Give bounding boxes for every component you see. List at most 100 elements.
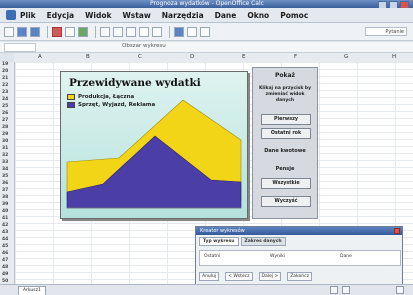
spellcheck-icon[interactable]	[78, 26, 88, 37]
row-header[interactable]: 46	[2, 251, 8, 256]
row-header[interactable]: 49	[2, 272, 8, 277]
embedded-chart[interactable]: Przewidywane wydatki Produkcja, Łączna S…	[60, 71, 248, 219]
chart-title: Przewidywane wydatki	[69, 77, 201, 89]
row-header[interactable]: 48	[2, 265, 8, 270]
row-header[interactable]: 36	[2, 181, 8, 186]
first-year-button[interactable]: Pierwszy	[261, 114, 311, 125]
row-header[interactable]: 29	[2, 132, 8, 137]
scroll-right-icon[interactable]	[342, 286, 350, 294]
all-button[interactable]: Wszystkie	[261, 178, 311, 189]
window-title: Prognoza wydatków - OpenOffice Calc	[150, 0, 264, 7]
menu-file[interactable]: Plik	[20, 11, 36, 20]
back-button[interactable]: < Wstecz	[225, 271, 253, 281]
row-header[interactable]: 39	[2, 202, 8, 207]
print-icon[interactable]	[65, 26, 75, 37]
row-header[interactable]: 42	[2, 223, 8, 228]
redo-icon[interactable]	[152, 26, 162, 37]
chart-icon[interactable]	[174, 26, 184, 37]
formula-bar: Obszar wykresu	[0, 42, 413, 53]
menu-data[interactable]: Dane	[215, 11, 237, 20]
paste-icon[interactable]	[126, 26, 136, 37]
row-header[interactable]: 21	[2, 76, 8, 81]
row-header[interactable]: 41	[2, 216, 8, 221]
pdf-export-icon[interactable]	[52, 26, 62, 37]
row-header[interactable]: 40	[2, 209, 8, 214]
row-header[interactable]: 45	[2, 244, 8, 249]
menu-tools[interactable]: Narzędzia	[162, 11, 204, 20]
row-header[interactable]: 30	[2, 139, 8, 144]
section-label: Pensje	[275, 166, 295, 172]
scroll-left-icon[interactable]	[330, 286, 338, 294]
panel-title: Pokaż	[274, 72, 296, 79]
row-header[interactable]: 44	[2, 237, 8, 242]
new-document-icon[interactable]	[4, 26, 14, 37]
row-header[interactable]: 33	[2, 160, 8, 165]
zoom-icon[interactable]	[200, 26, 210, 37]
row-header[interactable]: 37	[2, 188, 8, 193]
row-header[interactable]: 27	[2, 118, 8, 123]
panel-description: Klikaj na przycisk by zmieniać widok dan…	[258, 86, 312, 103]
sort-icon[interactable]	[187, 26, 197, 37]
dialog-title-bar: Kreator wykresów	[196, 227, 402, 235]
clear-button[interactable]: Wyczyść	[261, 196, 311, 207]
legend-entry: Produkcja, Łączna	[67, 93, 155, 101]
row-header[interactable]: 31	[2, 146, 8, 151]
legend-label: Sprzęt, Wyjazd, Reklama	[78, 102, 156, 108]
finish-button[interactable]: Zakończ	[287, 271, 312, 281]
next-button[interactable]: Dalej >	[258, 271, 282, 281]
toolbar-divider	[47, 25, 48, 38]
open-folder-icon[interactable]	[17, 26, 27, 37]
toolbar-divider	[169, 25, 170, 38]
column-header[interactable]: G	[344, 53, 348, 62]
menu-insert[interactable]: Wstaw	[122, 11, 150, 20]
dialog-tabs: Typ wykresu Zakres danych	[199, 237, 286, 246]
row-header[interactable]: 25	[2, 104, 8, 109]
selection-label: Obszar wykresu	[122, 43, 166, 49]
last-year-button[interactable]: Ostatni rok	[261, 128, 311, 139]
row-header[interactable]: 35	[2, 174, 8, 179]
row-header[interactable]: 34	[2, 167, 8, 172]
save-icon[interactable]	[30, 26, 40, 37]
row-header[interactable]: 20	[2, 69, 8, 74]
menu-view[interactable]: Widok	[85, 11, 111, 20]
row-headers: 19 20 21 22 23 24 25 26 27 28 29 30 31 32 33 34 35 36 37 38…	[0, 62, 15, 284]
column-header[interactable]: C	[138, 53, 142, 62]
column-header[interactable]: B	[86, 53, 90, 62]
row-header[interactable]: 22	[2, 83, 8, 88]
row-header[interactable]: 38	[2, 195, 8, 200]
column-header[interactable]: D	[190, 53, 194, 62]
column-header[interactable]: H	[392, 53, 396, 62]
help-search-input[interactable]: Pytanie	[365, 27, 407, 36]
row-header[interactable]: 24	[2, 97, 8, 102]
row-header[interactable]: 28	[2, 125, 8, 130]
name-box[interactable]	[4, 43, 36, 52]
cut-icon[interactable]	[100, 26, 110, 37]
zoom-slider-icon[interactable]	[396, 286, 404, 294]
row-header[interactable]: 47	[2, 258, 8, 263]
row-header[interactable]: 32	[2, 153, 8, 158]
tab-chart-type[interactable]: Typ wykresu	[199, 237, 239, 246]
tab-data-range[interactable]: Zakres danych	[240, 237, 286, 246]
menu-help[interactable]: Pomoc	[280, 11, 308, 20]
menu-edit[interactable]: Edycja	[47, 11, 74, 20]
column-header[interactable]: F	[294, 53, 297, 62]
dialog-title: Kreator wykresów	[200, 228, 245, 234]
row-header[interactable]: 43	[2, 230, 8, 235]
sheet-tab[interactable]: Arkusz1	[18, 286, 46, 295]
chart-legend: Produkcja, Łączna Sprzęt, Wyjazd, Reklam…	[67, 93, 155, 109]
legend-swatch	[67, 94, 75, 100]
copy-icon[interactable]	[113, 26, 123, 37]
cancel-button[interactable]: Anuluj	[199, 271, 220, 281]
row-header[interactable]: 19	[2, 62, 8, 67]
dialog-cell: Ostatni	[204, 254, 221, 259]
menu-window[interactable]: Okno	[247, 11, 269, 20]
undo-icon[interactable]	[139, 26, 149, 37]
row-header[interactable]: 26	[2, 111, 8, 116]
dialog-cell: Dane	[340, 254, 352, 259]
title-bar: Prognoza wydatków - OpenOffice Calc	[0, 0, 413, 9]
column-header[interactable]: E	[242, 53, 245, 62]
dialog-buttons: Anuluj < Wstecz Dalej > Zakończ	[199, 271, 399, 281]
column-header[interactable]: A	[38, 53, 42, 62]
row-header[interactable]: 23	[2, 90, 8, 95]
close-icon[interactable]	[394, 228, 400, 234]
